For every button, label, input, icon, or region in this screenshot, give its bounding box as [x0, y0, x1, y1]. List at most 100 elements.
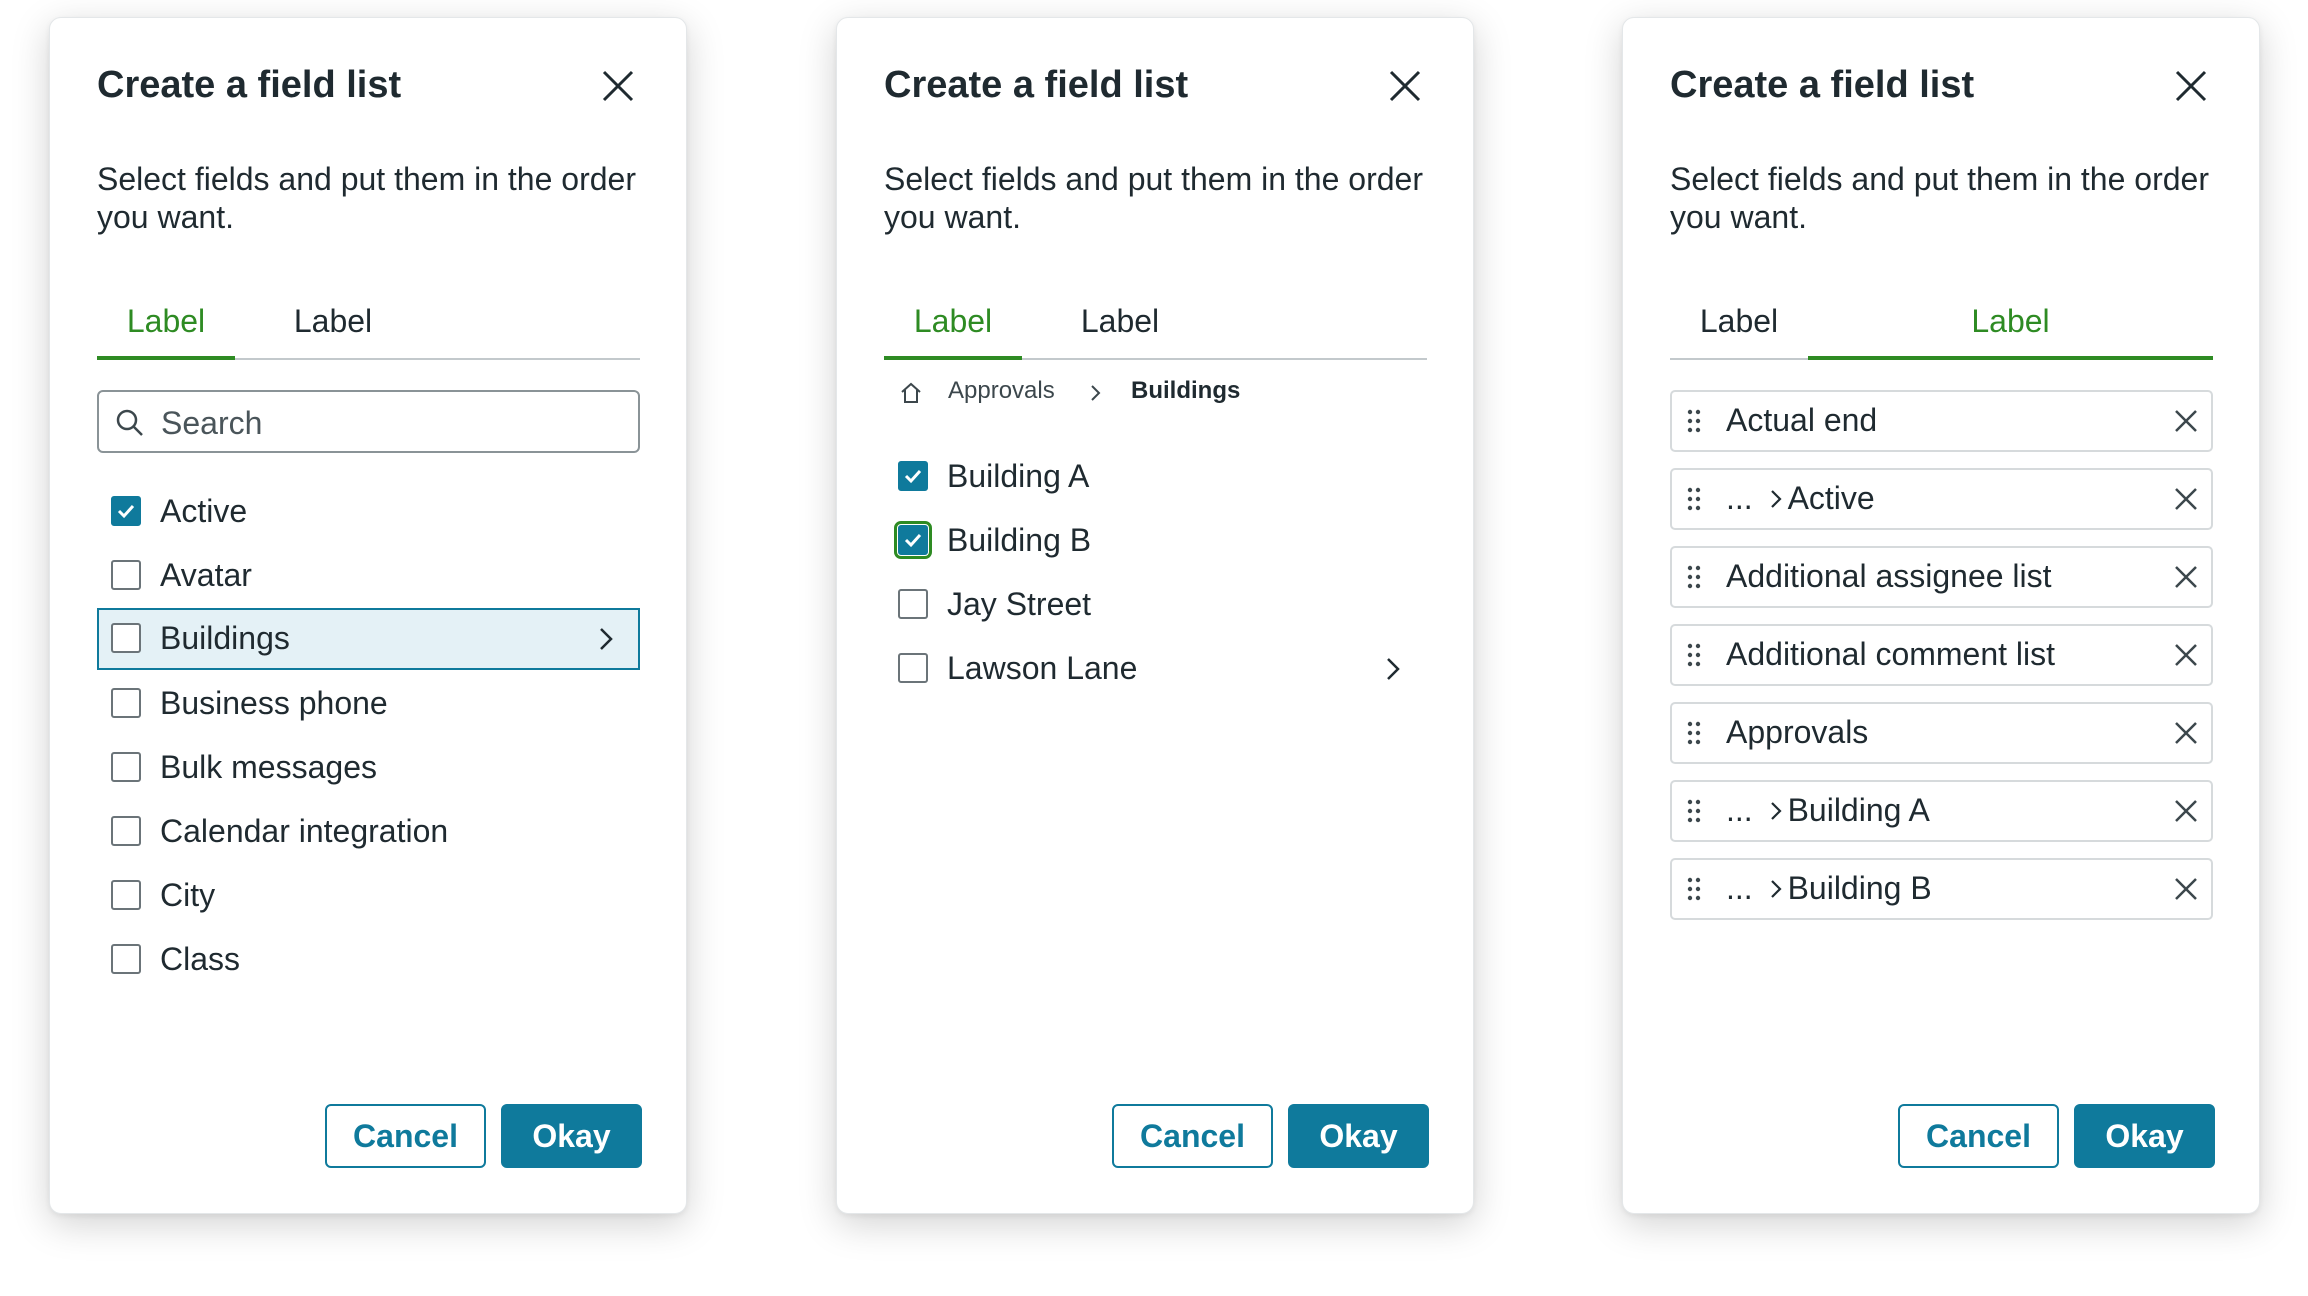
checkbox[interactable] [111, 688, 141, 718]
selected-field-item[interactable]: ... Active [1670, 468, 2213, 530]
search-icon [116, 409, 143, 436]
remove-icon[interactable] [2173, 720, 2199, 746]
list-item[interactable]: Active [97, 481, 640, 543]
chevron-right-icon [1770, 802, 1782, 820]
checkbox[interactable] [111, 944, 141, 974]
drag-handle-icon[interactable] [1686, 798, 1702, 824]
remove-icon[interactable] [2173, 486, 2199, 512]
tab-fields[interactable]: Label [97, 288, 235, 360]
selected-field-item[interactable]: Actual end [1670, 390, 2213, 452]
remove-icon[interactable] [2173, 408, 2199, 434]
checkbox[interactable] [111, 752, 141, 782]
drag-handle-icon[interactable] [1686, 408, 1702, 434]
dialog-description: Select fields and put them in the order … [97, 161, 636, 235]
checkbox-checked[interactable] [894, 521, 932, 559]
drag-handle-icon[interactable] [1686, 876, 1702, 902]
list-item[interactable]: Calendar integration [97, 801, 640, 863]
selected-field-item[interactable]: ... Building B [1670, 858, 2213, 920]
breadcrumb-parent-link[interactable]: Approvals [948, 377, 1055, 405]
drag-handle-icon[interactable] [1686, 720, 1702, 746]
selected-field-label: Additional comment list [1726, 636, 2056, 672]
list-item-label: Avatar [160, 557, 252, 593]
chevron-right-icon[interactable] [592, 625, 620, 653]
selected-field-item[interactable]: Approvals [1670, 702, 2213, 764]
dialog-description: Select fields and put them in the order … [884, 161, 1423, 235]
tab-bar: Label Label [97, 288, 640, 360]
close-icon[interactable] [2173, 68, 2209, 104]
selected-field-label: ... Active [1726, 480, 1875, 516]
checkbox[interactable] [111, 623, 141, 653]
checkbox[interactable] [111, 816, 141, 846]
home-icon[interactable] [899, 381, 923, 405]
tab-fields[interactable]: Label [884, 288, 1022, 360]
selected-field-label: ... Building A [1726, 792, 1930, 828]
checkbox-checked[interactable] [111, 496, 141, 526]
chevron-right-icon[interactable] [1379, 655, 1407, 683]
path-prefix: ... [1726, 792, 1762, 828]
list-item[interactable]: Jay Street [884, 574, 1427, 636]
selected-field-item[interactable]: Additional comment list [1670, 624, 2213, 686]
selected-field-label: ... Building B [1726, 870, 1932, 906]
list-item-label: Jay Street [947, 586, 1092, 622]
search-box [97, 390, 640, 453]
chevron-right-icon [1091, 385, 1101, 401]
chevron-right-icon [1770, 880, 1782, 898]
dialog-title: Create a field list [97, 64, 402, 106]
path-prefix: ... [1726, 480, 1762, 516]
cancel-button[interactable]: Cancel [1112, 1104, 1273, 1168]
dialog-title: Create a field list [884, 64, 1189, 106]
drag-handle-icon[interactable] [1686, 486, 1702, 512]
list-item[interactable]: Avatar [97, 545, 640, 607]
selected-field-label: Approvals [1726, 714, 1869, 750]
tab-selected[interactable]: Label [235, 288, 431, 358]
list-item[interactable]: Building B [884, 510, 1427, 572]
remove-icon[interactable] [2173, 564, 2199, 590]
list-item-label: Buildings [160, 620, 290, 656]
checkbox[interactable] [898, 589, 928, 619]
remove-icon[interactable] [2173, 798, 2199, 824]
list-item-label: Business phone [160, 685, 388, 721]
list-item-label: Class [160, 941, 241, 977]
checkbox-checked[interactable] [898, 461, 928, 491]
checkbox[interactable] [898, 653, 928, 683]
field-list-dialog-selected: Create a field list Select fields and pu… [1622, 17, 2260, 1214]
drag-handle-icon[interactable] [1686, 564, 1702, 590]
remove-icon[interactable] [2173, 876, 2199, 902]
list-item[interactable]: Class [97, 929, 640, 991]
okay-button[interactable]: Okay [1288, 1104, 1429, 1168]
list-item[interactable]: Building A [884, 446, 1427, 508]
tab-bar: Label Label [1670, 288, 2213, 360]
checkbox[interactable] [111, 880, 141, 910]
checkbox[interactable] [111, 560, 141, 590]
selected-field-item[interactable]: ... Building A [1670, 780, 2213, 842]
drag-handle-icon[interactable] [1686, 642, 1702, 668]
list-item-label: City [160, 877, 216, 913]
list-item[interactable]: City [97, 865, 640, 927]
list-item-label: Active [160, 493, 248, 529]
tab-fields[interactable]: Label [1670, 288, 1808, 358]
list-item[interactable]: Bulk messages [97, 737, 640, 799]
tab-selected[interactable]: Label [1808, 288, 2213, 360]
tab-selected[interactable]: Label [1022, 288, 1218, 358]
remove-icon[interactable] [2173, 642, 2199, 668]
list-item[interactable]: Lawson Lane [884, 638, 1427, 700]
okay-button[interactable]: Okay [2074, 1104, 2215, 1168]
close-icon[interactable] [600, 68, 636, 104]
cancel-button[interactable]: Cancel [1898, 1104, 2059, 1168]
search-input[interactable] [159, 400, 623, 446]
list-item-highlighted[interactable]: Buildings [97, 608, 640, 670]
list-item-label: Calendar integration [160, 813, 449, 849]
list-item-label: Lawson Lane [947, 650, 1138, 686]
chevron-right-icon [1770, 490, 1782, 508]
list-item-label: Building B [947, 522, 1092, 558]
breadcrumb-current: Buildings [1131, 377, 1241, 404]
okay-button[interactable]: Okay [501, 1104, 642, 1168]
selected-field-item[interactable]: Additional assignee list [1670, 546, 2213, 608]
list-item[interactable]: Business phone [97, 673, 640, 735]
path-prefix: ... [1726, 870, 1762, 906]
cancel-button[interactable]: Cancel [325, 1104, 486, 1168]
list-item-label: Building A [947, 458, 1090, 494]
field-list-dialog-fields: Create a field list Select fields and pu… [49, 17, 687, 1214]
list-item-label: Bulk messages [160, 749, 377, 785]
close-icon[interactable] [1387, 68, 1423, 104]
